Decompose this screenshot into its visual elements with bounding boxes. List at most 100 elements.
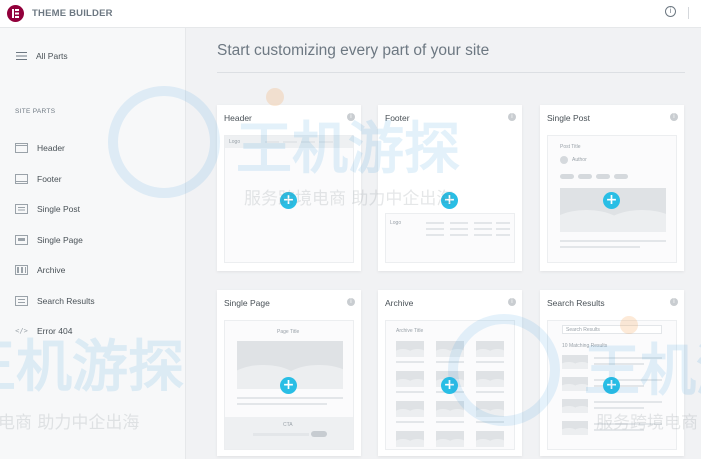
preview-text-line [594,401,662,403]
preview-archive-thumb [436,401,464,417]
preview-text-line [396,361,424,363]
preview-text-line [560,246,640,248]
sidebar: All Parts SITE PARTS Header Footer Singl… [0,28,186,459]
main-content: Start customizing every part of your sit… [187,28,701,459]
preview-search-text: Search Results [566,327,600,333]
sidebar-item-label: Error 404 [37,326,73,336]
preview-archive-thumb [396,431,424,447]
info-icon[interactable]: i [508,113,516,121]
preview-footer-line [496,222,510,224]
sidebar-item-footer[interactable]: Footer [15,174,62,184]
preview-archive-thumb [476,401,504,417]
template-card-single-post[interactable]: Single Post i Post Title Author + [540,105,684,271]
archive-icon [15,265,28,275]
template-card-single-page[interactable]: Single Page i Page Title CTA + [217,290,361,456]
add-template-button[interactable]: + [441,377,458,394]
template-card-archive[interactable]: Archive i Archive Title + [378,290,522,456]
preview-text-line [594,429,644,431]
sidebar-item-search-results[interactable]: Search Results [15,296,95,306]
info-icon[interactable]: i [670,298,678,306]
add-template-button[interactable]: + [280,192,297,209]
sidebar-item-error-404[interactable]: </> Error 404 [15,326,72,336]
app-title: THEME BUILDER [32,8,113,19]
search-results-icon [15,296,28,306]
template-card-footer[interactable]: Footer i Logo + [378,105,522,271]
preview-archive-thumb [476,371,504,387]
preview-footer-line [474,228,492,230]
preview-cta-line [253,433,309,436]
preview-footer-line [426,228,444,230]
sidebar-item-single-post[interactable]: Single Post [15,204,80,214]
card-title: Archive [385,298,414,308]
preview-text-line [396,391,424,393]
add-template-button[interactable]: + [603,192,620,209]
info-icon[interactable]: i [347,298,355,306]
site-parts-heading: SITE PARTS [15,108,56,115]
error-404-icon: </> [15,327,28,335]
preview-text-line [594,407,644,409]
preview-meta-pill [596,174,610,179]
info-icon[interactable]: i [508,298,516,306]
preview-archive-thumb [396,341,424,357]
all-parts-button[interactable]: All Parts [16,51,68,61]
header-icon [15,143,28,153]
preview-footer-line [450,228,468,230]
preview-nav-bar [319,141,333,143]
preview-text-line [396,421,424,423]
info-icon[interactable]: i [347,113,355,121]
sidebar-item-label: Header [37,143,65,153]
preview-cta-button [311,431,327,437]
sidebar-item-label: Archive [37,265,66,275]
preview-footer-line [426,234,444,236]
sidebar-item-archive[interactable]: Archive [15,265,65,275]
add-template-button[interactable]: + [603,377,620,394]
preview-text-line [476,391,504,393]
preview-text-line [594,357,662,359]
preview-text-line [594,363,644,365]
preview-footer-line [496,234,510,236]
preview-meta-pill [560,174,574,179]
preview-cta-text: CTA [283,422,293,428]
preview-author-text: Author [572,157,587,163]
card-preview: Logo [385,213,515,263]
preview-footer-line [496,228,510,230]
preview-archive-thumb [396,401,424,417]
sidebar-item-single-page[interactable]: Single Page [15,235,83,245]
preview-footer-line [426,222,444,224]
preview-text-line [560,240,666,242]
sidebar-item-label: Single Page [37,235,83,245]
preview-archive-thumb [396,371,424,387]
hamburger-icon [16,52,27,60]
preview-nav-bar [265,141,279,143]
preview-nav-bar [283,141,297,143]
card-title: Single Page [224,298,270,308]
preview-footer-line [450,234,468,236]
preview-logo-text: Logo [390,220,402,226]
sidebar-item-label: Footer [37,174,62,184]
preview-result-thumb [562,399,588,413]
add-template-button[interactable]: + [280,377,297,394]
card-title: Header [224,113,252,123]
footer-icon [15,174,28,184]
preview-post-title-text: Post Title [560,144,581,150]
top-bar-divider [688,7,689,19]
preview-footer-line [450,222,468,224]
sidebar-item-label: Single Post [37,204,80,214]
preview-nav-bar [301,141,315,143]
add-template-button[interactable]: + [441,192,458,209]
template-card-header[interactable]: Header i Logo + [217,105,361,271]
sidebar-item-label: Search Results [37,296,95,306]
template-card-search-results[interactable]: Search Results i Search Results 10 Match… [540,290,684,456]
preview-text-line [237,403,327,405]
preview-logo-text: Logo [229,139,241,145]
preview-meta-pill [578,174,592,179]
preview-archive-thumb [436,341,464,357]
info-icon[interactable]: i [665,6,676,17]
preview-meta-pill [614,174,628,179]
card-title: Single Post [547,113,590,123]
sidebar-item-header[interactable]: Header [15,143,65,153]
info-icon[interactable]: i [670,113,678,121]
preview-footer-line [474,234,492,236]
preview-archive-thumb [436,431,464,447]
card-title: Footer [385,113,410,123]
